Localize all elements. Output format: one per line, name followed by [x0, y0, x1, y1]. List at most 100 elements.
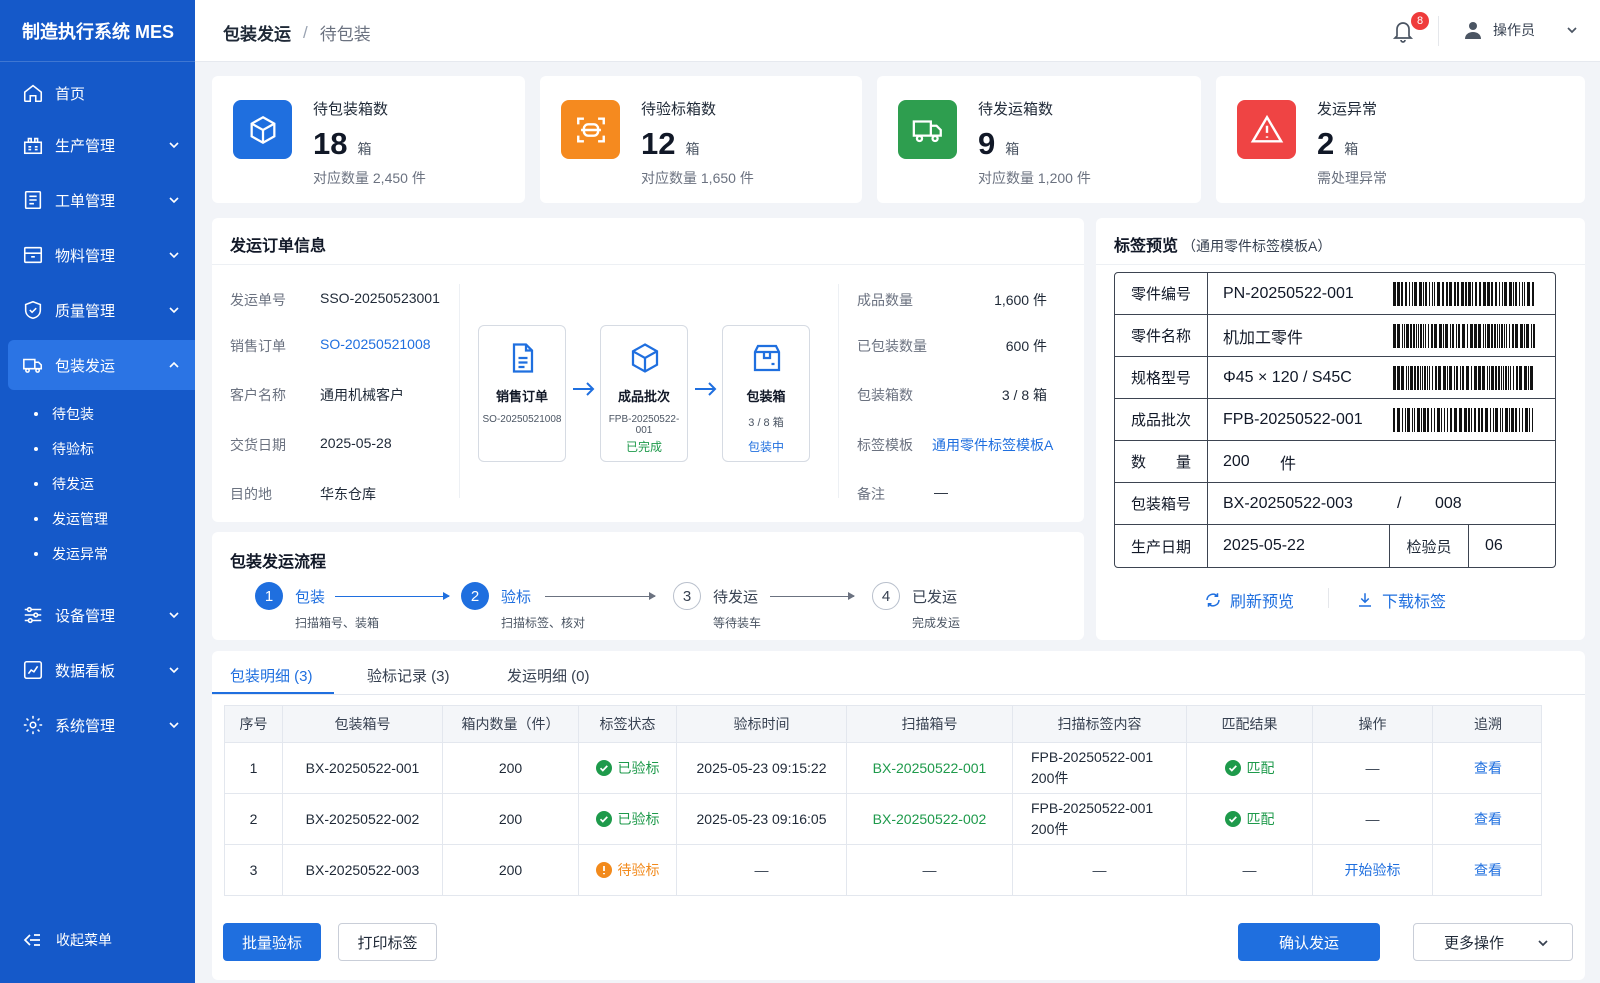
label-preview-card: 标签预览 （通用零件标签模板A） 零件编号 PN-20250522-001 零件名…	[1096, 218, 1585, 640]
subnav-pending-pack[interactable]: 待包装	[34, 402, 94, 426]
step-1-name[interactable]: 包装	[295, 586, 325, 607]
subnav-pending-ship[interactable]: 待发运	[34, 472, 94, 496]
packed-qty-label: 已包装数量	[857, 338, 927, 354]
scan-icon	[561, 100, 620, 159]
trace-view-link[interactable]: 查看	[1433, 743, 1543, 793]
nav-equipment[interactable]: 设备管理	[8, 590, 195, 640]
breadcrumb-packaging[interactable]: 包装发运	[223, 20, 291, 45]
stat-label: 发运异常	[1317, 101, 1378, 118]
start-verify-link[interactable]: 开始验标	[1313, 845, 1433, 895]
label-value: BX-20250522-003	[1223, 494, 1353, 512]
stat-unit: 箱	[685, 141, 700, 157]
nav-packaging-label: 包装发运	[55, 357, 116, 375]
destination-value: 华东仓库	[320, 486, 376, 502]
subnav-ship-exception[interactable]: 发运异常	[34, 542, 108, 566]
chevron-down-icon	[169, 722, 179, 729]
step-2-name[interactable]: 验标	[501, 586, 531, 607]
stat-card-pending-ship[interactable]: 待发运箱数 9箱 对应数量 1,200 件	[877, 76, 1201, 203]
flow-sales-order[interactable]: 销售订单 SO-20250521008	[478, 325, 566, 462]
cell-no: 2	[225, 794, 283, 844]
nav-workorder[interactable]: 工单管理	[8, 175, 195, 225]
product-qty-label: 成品数量	[857, 292, 913, 308]
trace-view-link[interactable]: 查看	[1433, 794, 1543, 844]
user-menu[interactable]: 操作员	[1463, 20, 1579, 40]
cell-qty: 200	[443, 743, 579, 793]
stat-value: 12	[641, 126, 676, 161]
step-3-name[interactable]: 待发运	[713, 586, 758, 607]
flow-title: 成品批次	[617, 389, 670, 404]
nav-material[interactable]: 物料管理	[8, 230, 195, 280]
stat-sub: 对应数量 2,450 件	[313, 170, 426, 186]
match-text: 匹配	[1246, 811, 1275, 827]
document-icon	[512, 343, 534, 373]
refresh-preview-button[interactable]: 刷新预览	[1204, 588, 1294, 612]
delivery-date-value: 2025-05-28	[320, 435, 392, 451]
cell-box: BX-20250522-003	[283, 845, 443, 895]
remark-label: 备注	[857, 486, 885, 502]
sales-order-label: 销售订单	[230, 338, 286, 354]
arrow-right-icon	[695, 382, 717, 396]
divider	[1096, 264, 1585, 265]
label-row-production-date: 生产日期 2025-05-22 检验员 06	[1115, 525, 1555, 567]
cell-no: 1	[225, 743, 283, 793]
warning-icon	[1237, 100, 1296, 159]
trace-view-link[interactable]: 查看	[1433, 845, 1543, 895]
stat-value: 18	[313, 126, 348, 161]
print-label-button[interactable]: 打印标签	[338, 923, 437, 961]
flow-status: 已完成	[625, 440, 662, 454]
tab-packaging-detail[interactable]: 包装明细 (3)	[212, 665, 334, 694]
process-title: 包装发运流程	[230, 554, 327, 571]
download-icon	[1359, 593, 1371, 607]
stat-card-exception[interactable]: 发运异常 2箱 需处理异常	[1216, 76, 1585, 203]
step-4-name[interactable]: 已发运	[912, 586, 957, 607]
label-template-link[interactable]: 通用零件标签模板A	[932, 435, 1053, 455]
truck-icon	[898, 100, 957, 159]
material-box-icon	[23, 246, 43, 264]
cell-scan: —	[847, 845, 1013, 895]
tab-ship-detail[interactable]: 发运明细 (0)	[507, 665, 590, 686]
divider	[212, 694, 1585, 695]
label-key: 生产日期	[1115, 525, 1208, 567]
stat-card-pending-verify[interactable]: 待验标箱数 12 箱 对应数量 1,650 件	[540, 76, 862, 203]
nav-packaging[interactable]: 包装发运	[8, 340, 195, 390]
nav-system[interactable]: 系统管理	[8, 700, 195, 750]
flow-sub: FPB-20250522-001	[608, 414, 680, 436]
flow-package-box[interactable]: 包装箱 3 / 8 箱 包装中	[722, 325, 810, 462]
label-value: 2025-05-22	[1223, 537, 1305, 554]
stat-unit: 箱	[1344, 141, 1359, 157]
label-row-box-no: 包装箱号 BX-20250522-003 / 008	[1115, 483, 1555, 525]
barcode-icon	[1393, 282, 1534, 306]
download-label-button[interactable]: 下载标签	[1356, 588, 1446, 612]
subnav-pending-verify[interactable]: 待验标	[34, 437, 94, 461]
sales-order-link[interactable]: SO-20250521008	[320, 336, 431, 352]
subnav-ship-manage[interactable]: 发运管理	[34, 507, 108, 531]
label-value: 200	[1223, 452, 1250, 470]
tab-verify-record[interactable]: 验标记录 (3)	[367, 665, 450, 686]
collapse-icon	[23, 934, 40, 946]
status-text: 待验标	[617, 862, 660, 878]
customer-label: 客户名称	[230, 387, 286, 403]
content-line: FPB-20250522-001	[1031, 749, 1154, 765]
truck-icon	[23, 358, 43, 373]
col-header: 扫描箱号	[847, 706, 1013, 742]
ship-no-label: 发运单号	[230, 292, 286, 308]
nav-production[interactable]: 生产管理	[8, 120, 195, 170]
stat-card-pending-pack[interactable]: 待包装箱数 18 箱 对应数量 2,450 件	[212, 76, 525, 203]
collapse-menu-button[interactable]: 收起菜单	[22, 930, 112, 950]
label-key: 数 量	[1115, 441, 1208, 482]
step-2-circle: 2	[461, 582, 489, 610]
packaging-table: 序号 包装箱号 箱内数量（件） 标签状态 验标时间 扫描箱号 扫描标签内容 匹配…	[224, 705, 1542, 896]
flow-product-batch[interactable]: 成品批次 FPB-20250522-001 已完成	[600, 325, 688, 462]
more-actions-dropdown[interactable]: 更多操作	[1413, 923, 1573, 961]
nav-dashboard[interactable]: 数据看板	[8, 645, 195, 695]
col-header: 序号	[225, 706, 283, 742]
product-qty-value: 1,600 件	[994, 292, 1047, 308]
stat-sub: 对应数量 1,650 件	[641, 170, 754, 186]
confirm-ship-button[interactable]: 确认发运	[1238, 923, 1380, 961]
nav-home[interactable]: 首页	[8, 68, 195, 118]
label-value: PN-20250522-001	[1223, 284, 1354, 302]
batch-verify-button[interactable]: 批量验标	[223, 923, 321, 961]
shield-icon	[24, 300, 42, 320]
nav-quality[interactable]: 质量管理	[8, 285, 195, 335]
user-icon	[1465, 22, 1481, 39]
